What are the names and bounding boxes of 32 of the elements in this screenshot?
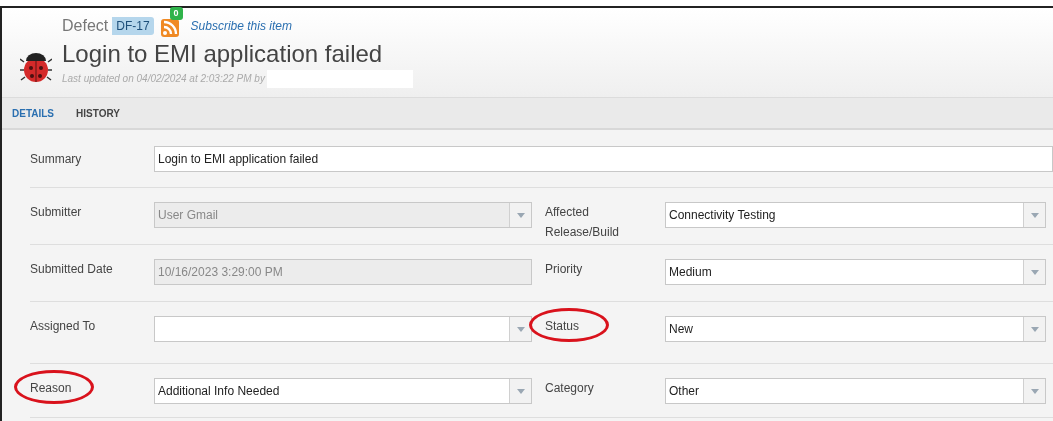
count-badge: 0 xyxy=(169,7,183,20)
field-label: Status xyxy=(545,318,581,335)
page-title: Login to EMI application failed xyxy=(62,39,384,69)
field-label: Affected Release/Build xyxy=(545,204,621,241)
dropdown-field[interactable]: New xyxy=(665,316,1046,342)
item-type-label: Defect xyxy=(62,16,109,36)
input-field[interactable]: Login to EMI application failed xyxy=(154,145,1053,172)
caret-icon xyxy=(509,317,531,341)
caret-icon xyxy=(509,203,531,227)
last-updated-text: Last updated on 04/02/2024 at 2:03:22 PM by xyxy=(62,72,265,86)
dropdown-field[interactable]: Connectivity Testing xyxy=(665,202,1046,228)
caret-icon xyxy=(1023,203,1045,227)
field-label: Category xyxy=(545,380,595,397)
field-label: Assigned To xyxy=(30,318,97,335)
field-label: Reason xyxy=(30,380,73,397)
field-label: Priority xyxy=(545,261,584,278)
caret-icon xyxy=(1023,317,1045,341)
caret-icon xyxy=(1023,260,1045,284)
dropdown-field[interactable]: Medium xyxy=(665,259,1046,285)
subscribe-link[interactable]: Subscribe this item xyxy=(190,17,292,35)
caret-icon xyxy=(509,379,531,403)
dropdown-field[interactable]: Additional Info Needed xyxy=(154,378,532,404)
field-label: Submitted Date xyxy=(30,261,114,278)
dropdown-field[interactable]: Other xyxy=(665,378,1046,404)
dropdown-field[interactable] xyxy=(154,316,532,342)
id-tag: DF-17 xyxy=(112,17,154,35)
field-label: Submitter xyxy=(30,204,83,221)
rss-feed-icon[interactable] xyxy=(160,19,179,37)
caret-icon xyxy=(1023,379,1045,403)
tab[interactable]: DETAILS xyxy=(12,105,55,121)
field-label: Summary xyxy=(30,150,83,168)
tab[interactable]: HISTORY xyxy=(76,105,120,121)
